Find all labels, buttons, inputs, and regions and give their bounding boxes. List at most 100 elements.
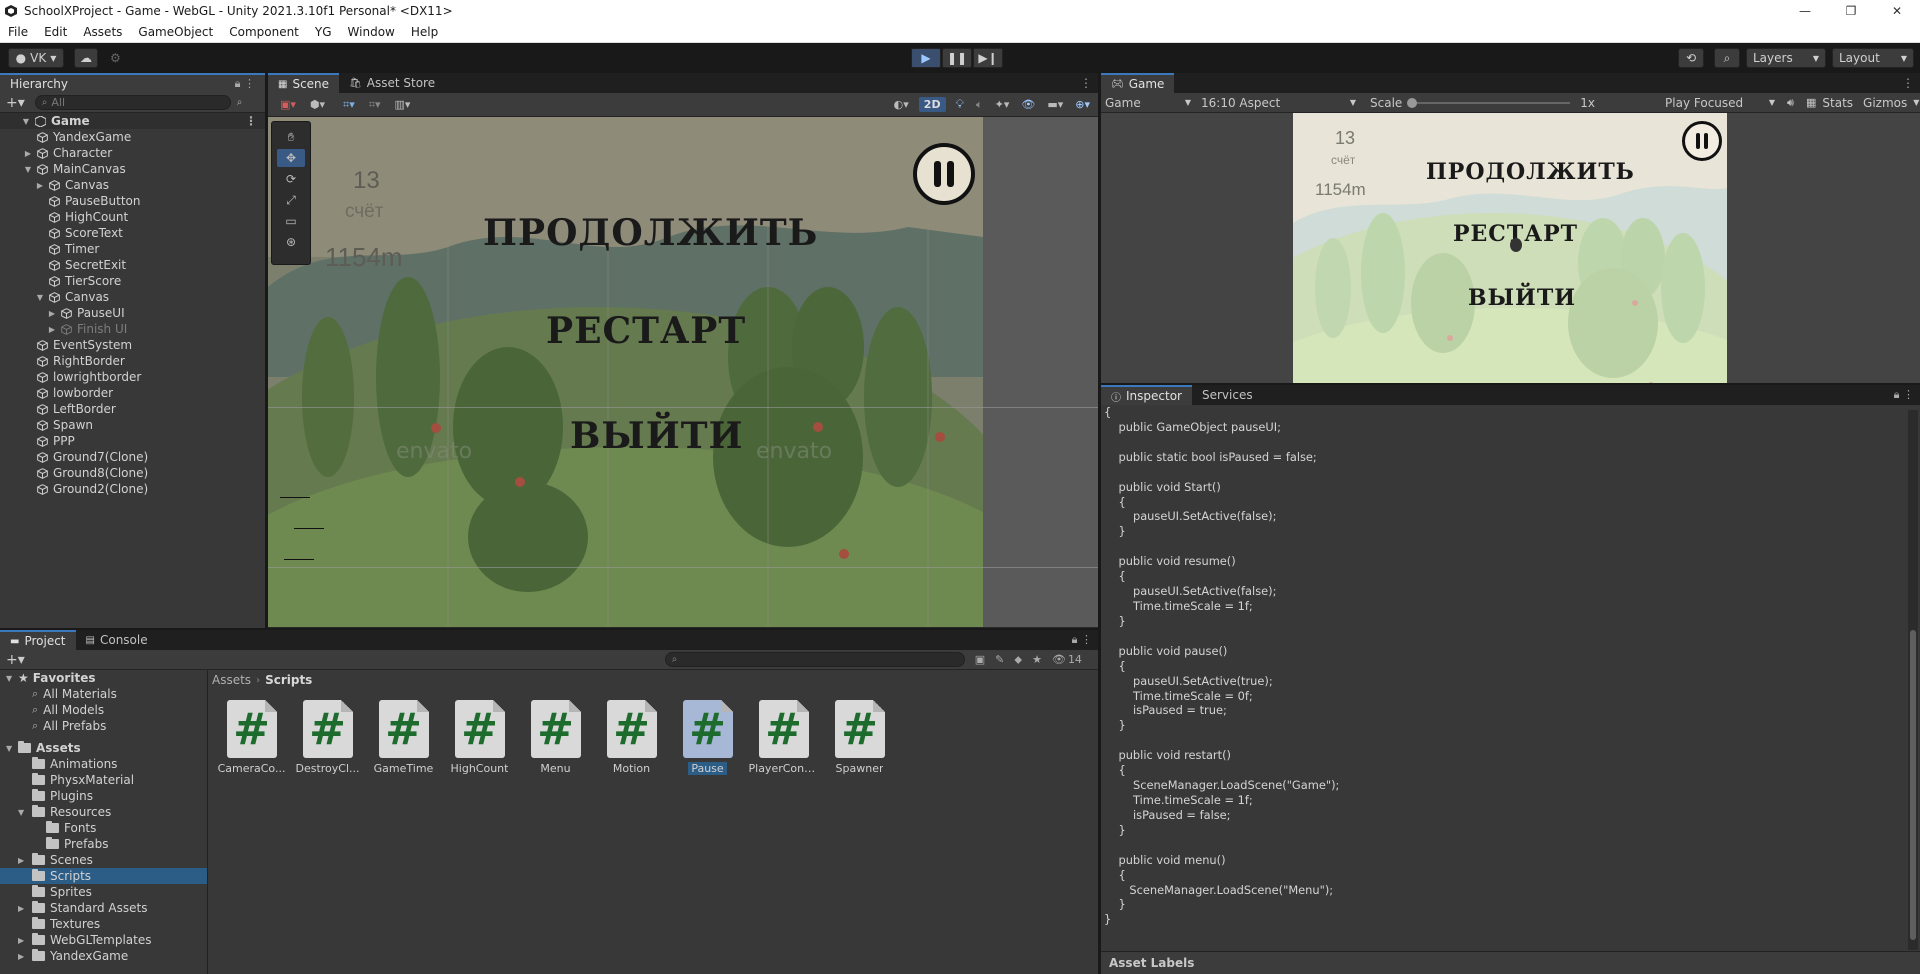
- scrollbar-thumb[interactable]: [1910, 630, 1916, 940]
- grid-snap-icon[interactable]: ⌗▾: [343, 98, 355, 112]
- shading-icon[interactable]: ◐▾: [894, 98, 909, 111]
- hierarchy-item[interactable]: Ground8(Clone): [0, 465, 265, 481]
- hierarchy-item[interactable]: PauseButton: [0, 193, 265, 209]
- tag-icon[interactable]: ⬥: [1014, 653, 1022, 667]
- expand-arrow-icon[interactable]: ▼: [18, 808, 32, 817]
- breadcrumb-scripts[interactable]: Scripts: [265, 673, 312, 687]
- project-divider[interactable]: [207, 670, 208, 974]
- lighting-icon[interactable]: 💡︎: [956, 97, 964, 112]
- scene-viewport[interactable]: 13 счёт 1154m ПРОДОЛЖИТЬ РЕСТАРТ ВЫЙТИ e…: [268, 117, 1098, 627]
- folder-item[interactable]: ▶ YandexGame: [0, 948, 207, 964]
- expand-arrow-icon[interactable]: ▼: [6, 674, 18, 683]
- folder-item[interactable]: Animations: [0, 756, 207, 772]
- layers-dropdown[interactable]: Layers ▼: [1746, 48, 1826, 68]
- scene-pause-button[interactable]: [913, 143, 975, 205]
- rotate-tool-icon[interactable]: ⟳: [277, 170, 305, 188]
- hierarchy-item[interactable]: lowborder: [0, 385, 265, 401]
- expand-arrow-icon[interactable]: ▶: [18, 904, 32, 913]
- move-tool-icon[interactable]: ✥: [277, 149, 305, 167]
- expand-arrow-icon[interactable]: ▶: [18, 856, 32, 865]
- menu-edit[interactable]: Edit: [36, 25, 75, 39]
- tab-project[interactable]: ▬ Project: [0, 630, 76, 650]
- mute-audio-icon[interactable]: 🔊︎: [1787, 96, 1794, 110]
- folder-item[interactable]: ▼ Resources: [0, 804, 207, 820]
- script-asset[interactable]: # Menu: [524, 700, 587, 775]
- mode-2d-toggle[interactable]: 2D: [918, 97, 946, 112]
- transform-tool-icon[interactable]: ⊛: [277, 233, 305, 251]
- expand-arrow-icon[interactable]: ▼: [20, 117, 32, 126]
- expand-arrow-icon[interactable]: ▶: [46, 325, 58, 334]
- expand-arrow-icon[interactable]: ▼: [6, 744, 18, 753]
- folder-item[interactable]: Textures: [0, 916, 207, 932]
- scale-slider[interactable]: [1407, 97, 1571, 108]
- inspector-scrollbar[interactable]: [1908, 410, 1918, 950]
- tab-game[interactable]: 🎮︎ Game: [1101, 73, 1175, 93]
- project-search-input[interactable]: ⌕: [664, 652, 965, 667]
- folder-item[interactable]: ▶ Scenes: [0, 852, 207, 868]
- menu-window[interactable]: Window: [340, 25, 403, 39]
- expand-arrow-icon[interactable]: ▶: [18, 936, 32, 945]
- expand-arrow-icon[interactable]: ▶: [46, 309, 58, 318]
- script-asset[interactable]: # GameTime: [372, 700, 435, 775]
- game-pause-button[interactable]: [1682, 121, 1722, 161]
- rect-tool-icon[interactable]: ▭: [277, 212, 305, 230]
- menu-assets[interactable]: Assets: [75, 25, 130, 39]
- play-button[interactable]: ▶: [911, 48, 941, 68]
- hierarchy-item[interactable]: ▶ Finish UI: [0, 321, 265, 337]
- add-icon[interactable]: +▾: [6, 95, 25, 111]
- maximize-button[interactable]: ❐: [1828, 0, 1874, 22]
- menu-file[interactable]: File: [0, 25, 36, 39]
- favorite-item[interactable]: ⌕ All Models: [0, 702, 207, 718]
- cloud-button[interactable]: ☁: [74, 48, 98, 68]
- folder-item[interactable]: PhysxMaterial: [0, 772, 207, 788]
- hierarchy-item[interactable]: Ground7(Clone): [0, 449, 265, 465]
- close-button[interactable]: ✕: [1874, 0, 1920, 22]
- folder-item[interactable]: Fonts: [0, 820, 207, 836]
- lock-icon[interactable]: 🔒︎ ⋮: [235, 77, 255, 91]
- folder-item[interactable]: Prefabs: [0, 836, 207, 852]
- search-button[interactable]: ⌕: [1714, 48, 1740, 68]
- script-asset[interactable]: # CameraCo...: [218, 700, 285, 775]
- script-asset[interactable]: # Motion: [600, 700, 663, 775]
- orientation-icon[interactable]: ⬢▾: [310, 98, 325, 111]
- visibility-icon[interactable]: 👁︎: [1021, 98, 1035, 111]
- add-icon[interactable]: +▾: [6, 652, 25, 668]
- stats-button[interactable]: Stats: [1822, 96, 1853, 110]
- favorite-item[interactable]: ⌕ All Materials: [0, 686, 207, 702]
- hierarchy-item[interactable]: ▶ Canvas: [0, 177, 265, 193]
- pause-button[interactable]: ❚❚: [942, 48, 972, 68]
- star-icon[interactable]: ★: [1032, 653, 1042, 666]
- scene-root[interactable]: ▼ Game ⋮: [0, 113, 265, 129]
- lock-icon[interactable]: 🔒︎ ⋮: [1894, 388, 1914, 402]
- collab-icon[interactable]: ⚙: [110, 51, 124, 65]
- scene-restart-text[interactable]: РЕСТАРТ: [546, 310, 746, 352]
- scale-tool-icon[interactable]: ⤢: [277, 191, 305, 209]
- menu-yg[interactable]: YG: [307, 25, 340, 39]
- expand-arrow-icon[interactable]: ▼: [22, 165, 34, 174]
- hierarchy-item[interactable]: ▶ PauseUI: [0, 305, 265, 321]
- gizmos-icon[interactable]: ⊕▾: [1075, 98, 1090, 111]
- hierarchy-item[interactable]: TierScore: [0, 273, 265, 289]
- game-viewport[interactable]: 13 счёт 1154m ПРОДОЛЖИТЬ РЕСТАРТ ВЫЙТИ: [1293, 113, 1727, 383]
- hierarchy-item[interactable]: PPP: [0, 433, 265, 449]
- search-mode-icon[interactable]: ⌕: [237, 97, 243, 108]
- hierarchy-item[interactable]: HighCount: [0, 209, 265, 225]
- tab-asset-store[interactable]: 🛍︎ Asset Store: [339, 73, 445, 93]
- tab-services[interactable]: Services: [1192, 385, 1263, 405]
- hierarchy-item[interactable]: YandexGame: [0, 129, 265, 145]
- snap-increment-icon[interactable]: ⌗▾: [369, 98, 381, 112]
- aspect-dropdown[interactable]: 16:10 Aspect ▼: [1201, 96, 1356, 110]
- breadcrumb-assets[interactable]: Assets: [212, 673, 251, 687]
- hand-tool-icon[interactable]: ✋︎: [277, 128, 305, 146]
- folder-item[interactable]: Scripts: [0, 868, 207, 884]
- hierarchy-item[interactable]: ScoreText: [0, 225, 265, 241]
- search-by-label-icon[interactable]: ✎: [995, 653, 1004, 666]
- hidden-packages-icon[interactable]: 👁︎: [1052, 653, 1066, 666]
- account-dropdown[interactable]: ● VK ▼: [8, 48, 64, 68]
- tab-scene[interactable]: ▦ Scene: [268, 73, 340, 93]
- tab-console[interactable]: ▤ Console: [76, 630, 158, 650]
- menu-component[interactable]: Component: [221, 25, 307, 39]
- hierarchy-item[interactable]: Timer: [0, 241, 265, 257]
- game-continue-button[interactable]: ПРОДОЛЖИТЬ: [1426, 159, 1635, 185]
- step-button[interactable]: ▶❙: [973, 48, 1003, 68]
